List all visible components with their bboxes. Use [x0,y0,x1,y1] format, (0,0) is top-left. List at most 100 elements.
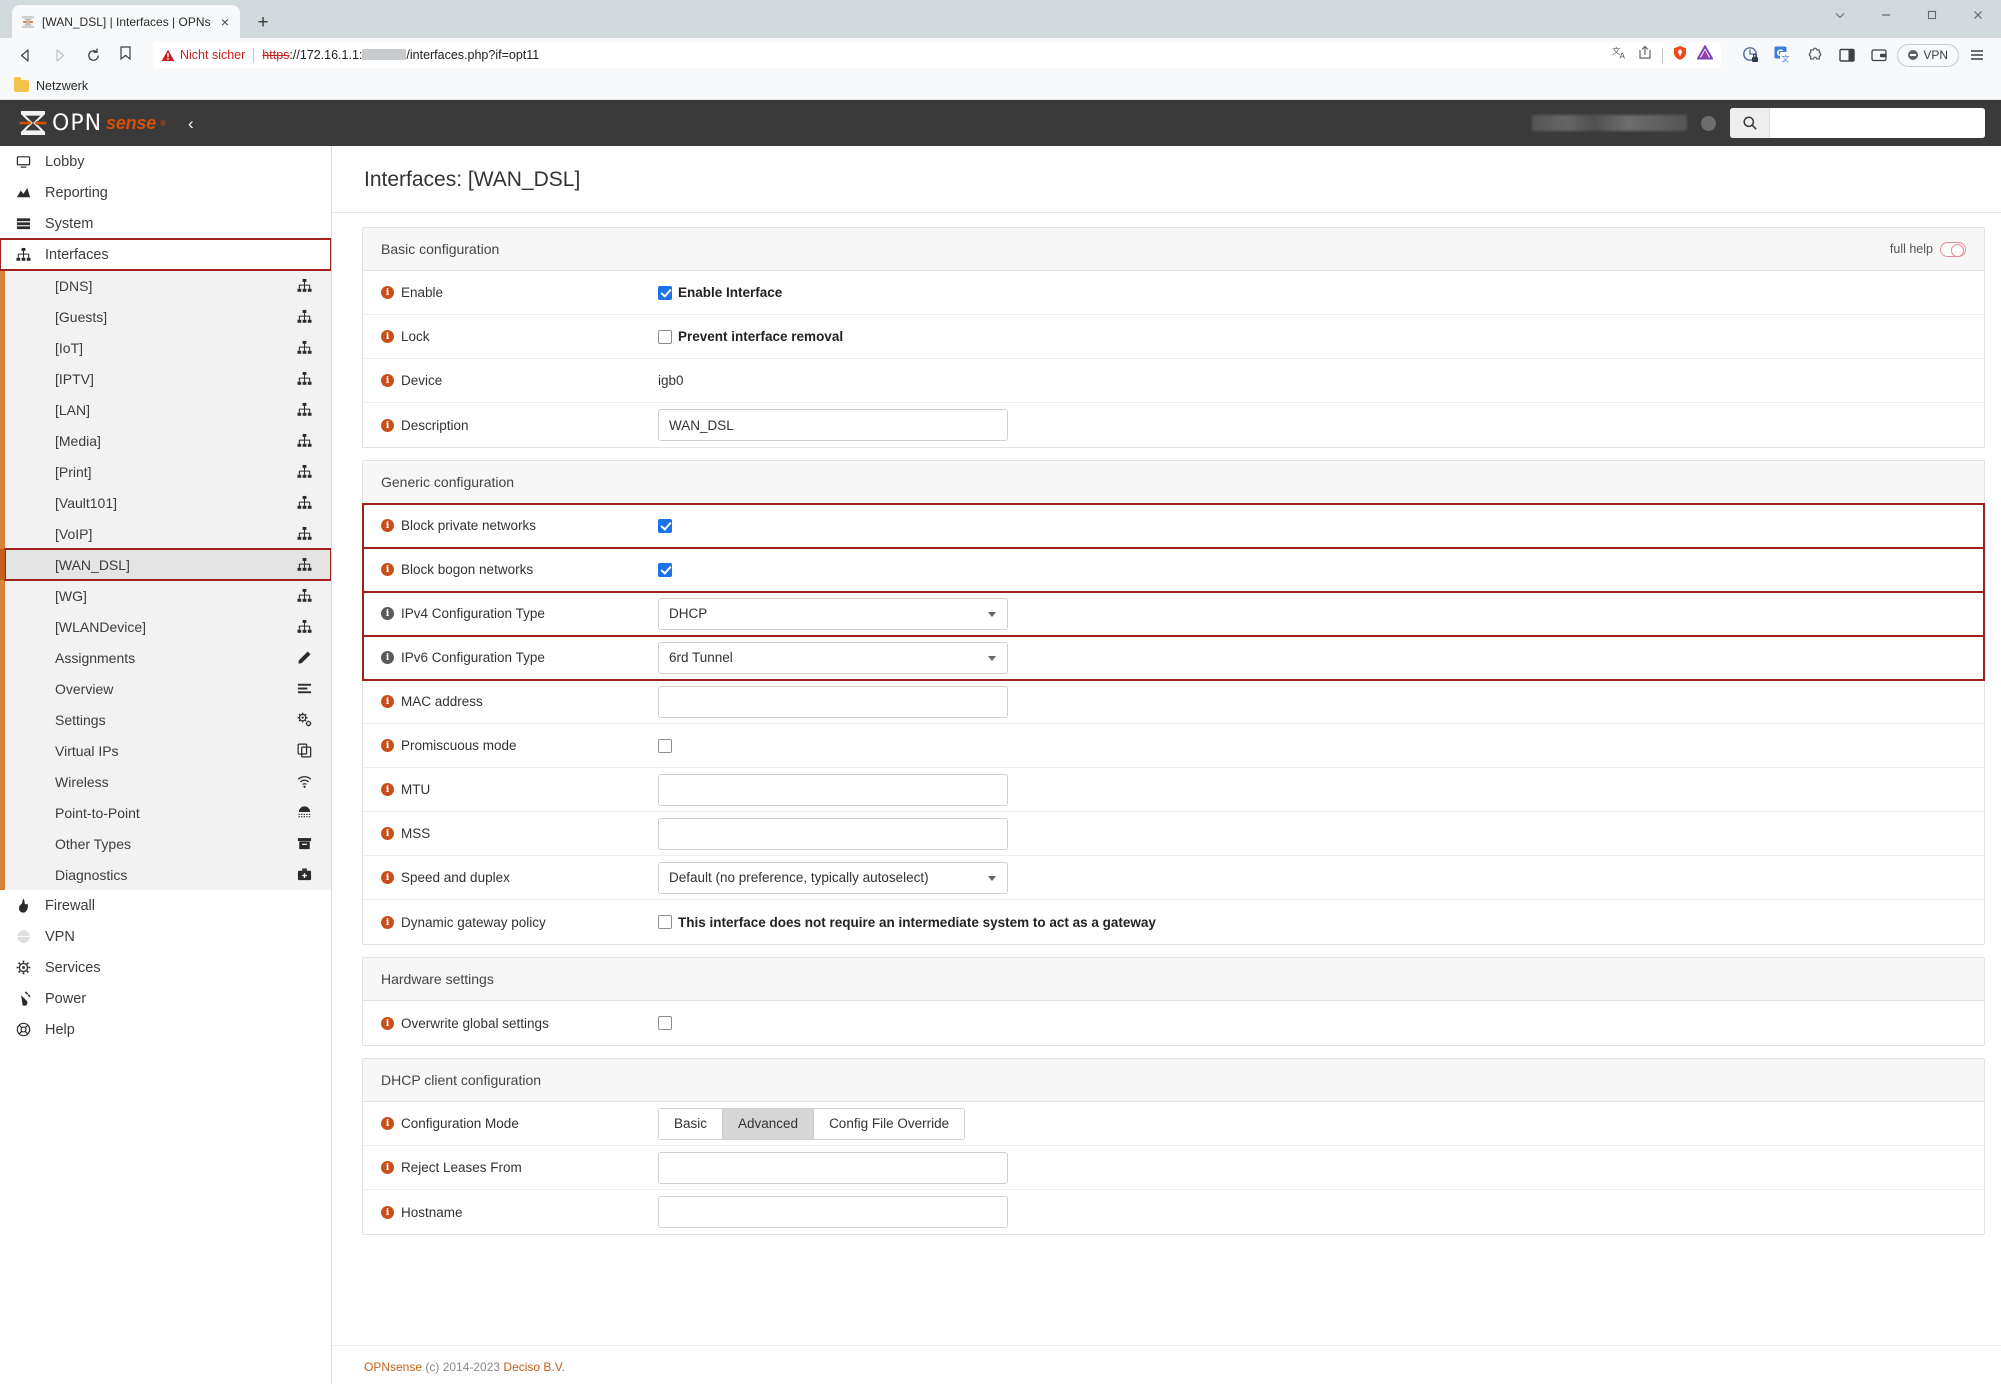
vpn-button[interactable]: VPN [1897,43,1959,67]
sidebar-item-services[interactable]: Services [0,952,331,983]
sidebar-item-firewall[interactable]: Firewall [0,890,331,921]
sidebar-subitem--print-[interactable]: [Print] [5,456,331,487]
text-input[interactable] [658,685,1008,718]
search-input[interactable] [1770,108,1985,138]
sidebar-subitem--vault101-[interactable]: [Vault101] [5,487,331,518]
reload-icon[interactable] [78,42,108,68]
sidebar-item-interfaces[interactable]: Interfaces [0,238,331,271]
translate-icon[interactable]: 文 A [1612,45,1628,65]
tab-close-icon[interactable]: × [218,15,232,29]
sidebar-item-power[interactable]: Power [0,983,331,1014]
search-icon[interactable] [1730,108,1770,138]
text-input[interactable] [658,773,1008,806]
sidebar-subitem-virtual-ips[interactable]: Virtual IPs [5,735,331,766]
brave-shield-icon[interactable] [1672,45,1688,66]
select-dropdown[interactable]: 6rd Tunnel [658,641,1008,674]
info-icon[interactable]: i [381,1161,394,1174]
button-group-option[interactable]: Advanced [722,1107,814,1140]
text-input[interactable] [658,409,1008,441]
info-icon[interactable]: i [381,330,394,343]
bookmark-icon[interactable] [118,45,133,66]
side-panel-icon[interactable] [1833,42,1861,68]
checkbox[interactable] [658,562,672,577]
address-bar[interactable]: Nicht sicher https://172.16.1.1: /interfa… [153,42,1722,68]
text-input[interactable] [658,1196,1008,1228]
sidebar-subitem-assignments[interactable]: Assignments [5,642,331,673]
checkbox[interactable] [658,518,672,533]
share-icon[interactable] [1637,45,1653,65]
info-icon[interactable]: i [381,1205,394,1219]
sidebar-subitem--guests-[interactable]: [Guests] [5,301,331,332]
checkbox[interactable] [658,1016,672,1030]
info-icon[interactable]: i [381,418,394,432]
not-secure-indicator[interactable]: Nicht sicher [161,48,245,62]
google-translate-icon[interactable]: G 文 [1769,42,1797,68]
text-input[interactable] [658,817,1008,850]
minimize-icon[interactable] [1863,0,1909,30]
sidebar-subitem-overview[interactable]: Overview [5,673,331,704]
sidebar-item-system[interactable]: System [0,208,331,239]
sidebar-subitem-wireless[interactable]: Wireless [5,766,331,797]
info-icon[interactable]: i [381,915,394,929]
sidebar-subitem--wlandevice-[interactable]: [WLANDevice] [5,611,331,642]
info-icon[interactable]: i [381,286,394,299]
sidebar-collapse-icon[interactable]: ‹ [188,115,194,132]
extensions-puzzle-icon[interactable] [1801,42,1829,68]
info-icon[interactable]: i [381,1117,394,1130]
tab-search-chevron-icon[interactable] [1817,0,1863,30]
sidebar-subitem-point-to-point[interactable]: Point-to-Point [5,797,331,828]
text-input[interactable] [658,1151,1008,1184]
privacy-lock-icon[interactable] [1737,42,1765,68]
select-dropdown[interactable]: Default (no preference, typically autose… [658,861,1008,894]
info-icon[interactable]: i [381,739,394,752]
sidebar-subitem--media-[interactable]: [Media] [5,425,331,456]
sidebar-subitem--wg-[interactable]: [WG] [5,580,331,611]
info-icon[interactable]: i [381,519,394,532]
checkbox-label[interactable]: Enable Interface [658,285,782,300]
maximize-icon[interactable] [1909,0,1955,30]
sidebar-subitem--iot-[interactable]: [IoT] [5,332,331,363]
new-tab-button[interactable]: + [252,13,274,32]
sidebar-item-vpn[interactable]: VPN [0,921,331,952]
sidebar-item-help[interactable]: Help [0,1014,331,1045]
info-icon[interactable]: i [381,827,394,840]
full-help-toggle[interactable]: full help [1890,241,1966,257]
info-icon[interactable]: i [381,1016,394,1030]
browser-menu-icon[interactable] [1963,42,1991,68]
info-icon[interactable]: i [381,607,394,620]
info-icon[interactable]: i [381,695,394,708]
info-icon[interactable]: i [381,374,394,387]
back-icon[interactable] [10,42,40,68]
checkbox-label[interactable]: This interface does not require an inter… [658,915,1156,930]
info-icon[interactable]: i [381,783,394,796]
button-group-option[interactable]: Config File Override [813,1107,966,1140]
sidebar-subitem--lan-[interactable]: [LAN] [5,394,331,425]
checkbox-label[interactable]: Prevent interface removal [658,329,843,344]
global-search[interactable] [1730,108,1985,138]
sidebar-item-reporting[interactable]: Reporting [0,177,331,208]
sidebar-subitem--dns-[interactable]: [DNS] [5,270,331,301]
checkbox[interactable] [658,329,672,344]
opnsense-logo[interactable]: OPN sense ® [0,110,166,136]
button-group-option[interactable]: Basic [658,1107,723,1140]
checkbox[interactable] [658,915,672,929]
sidebar-subitem-settings[interactable]: Settings [5,704,331,735]
sidebar-subitem-other-types[interactable]: Other Types [5,828,331,859]
full-help-switch[interactable] [1940,241,1966,257]
close-icon[interactable] [1955,0,2001,30]
info-icon[interactable]: i [381,563,394,576]
browser-tab[interactable]: [WAN_DSL] | Interfaces | OPNsens × [12,5,240,38]
sidebar-subitem--iptv-[interactable]: [IPTV] [5,363,331,394]
sidebar-subitem--wan-dsl-[interactable]: [WAN_DSL] [0,548,331,581]
info-icon[interactable]: i [381,651,394,664]
wallet-icon[interactable] [1865,42,1893,68]
sidebar-subitem--voip-[interactable]: [VoIP] [5,518,331,549]
select-dropdown[interactable]: DHCP [658,597,1008,630]
info-icon[interactable]: i [381,871,394,884]
extension-triangle-icon[interactable] [1696,44,1715,65]
checkbox[interactable] [658,285,672,300]
checkbox[interactable] [658,738,672,753]
sidebar-item-lobby[interactable]: Lobby [0,146,331,177]
bookmark-folder-netzwerk[interactable]: Netzwerk [14,76,88,93]
sidebar-subitem-diagnostics[interactable]: Diagnostics [5,859,331,890]
